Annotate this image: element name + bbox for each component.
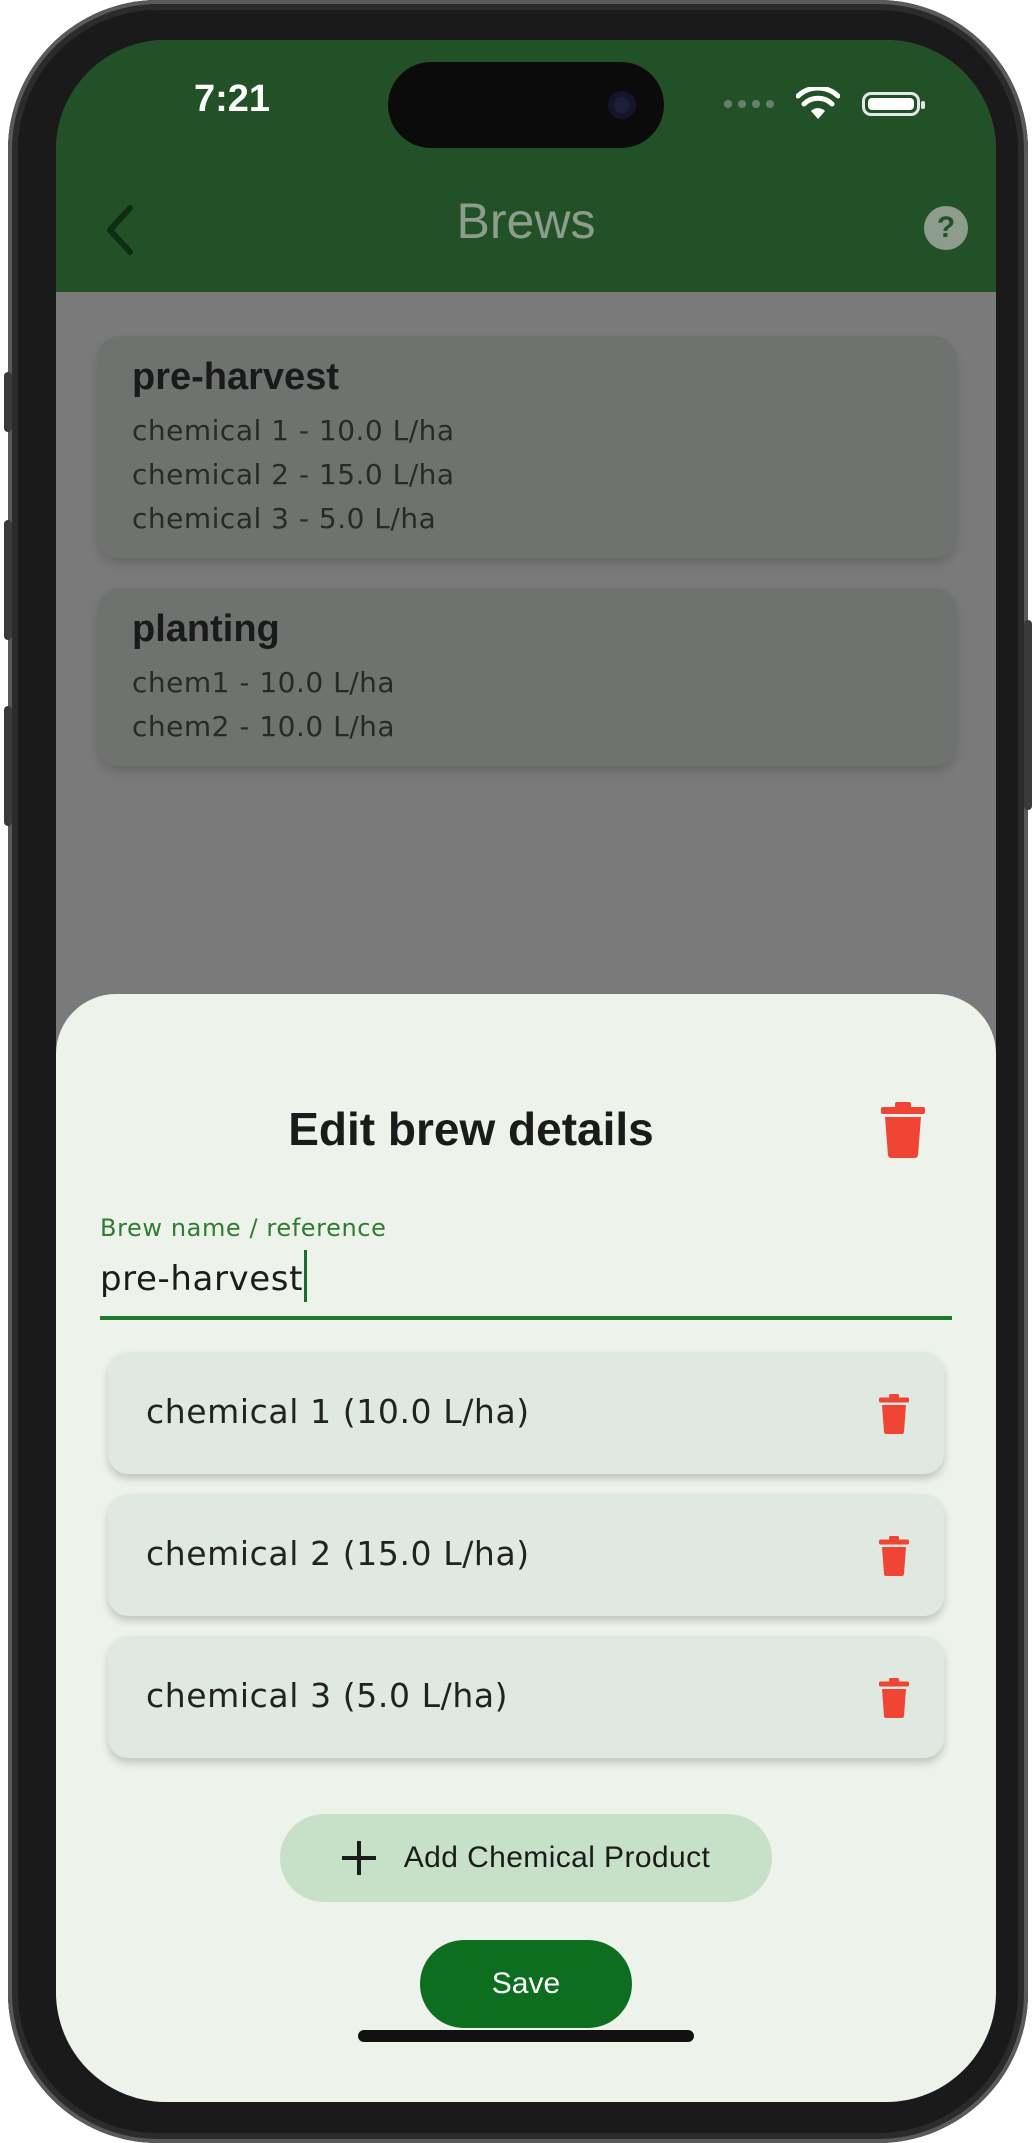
sheet-title: Edit brew details <box>288 1103 654 1155</box>
screen: 7:21 Brews ? pre-harvest chemical 1 - 10… <box>56 40 996 2102</box>
brew-card[interactable]: pre-harvest chemical 1 - 10.0 L/ha chemi… <box>98 336 956 558</box>
edit-brew-sheet: Edit brew details Brew name / reference … <box>56 994 996 2102</box>
input-underline <box>100 1316 952 1320</box>
brew-card[interactable]: planting chem1 - 10.0 L/ha chem2 - 10.0 … <box>98 588 956 766</box>
chemical-list-item[interactable]: chemical 1 (10.0 L/ha) <box>108 1352 944 1474</box>
camera-icon <box>608 91 636 119</box>
delete-chemical-trash-icon[interactable] <box>878 1394 910 1434</box>
delete-chemical-trash-icon[interactable] <box>878 1678 910 1718</box>
brew-card-line: chemical 3 - 5.0 L/ha <box>132 502 437 535</box>
brew-card-line: chem2 - 10.0 L/ha <box>132 710 396 743</box>
home-indicator <box>358 2030 694 2042</box>
power-button <box>1024 620 1032 810</box>
brew-card-name: pre-harvest <box>132 356 339 398</box>
brew-card-line: chemical 2 - 15.0 L/ha <box>132 458 455 491</box>
volume-up-button <box>4 520 12 640</box>
text-cursor <box>304 1250 308 1302</box>
brew-card-name: planting <box>132 608 280 650</box>
brew-name-input[interactable]: pre-harvest <box>100 1250 952 1304</box>
wifi-icon <box>796 87 840 119</box>
signal-icon <box>724 100 774 108</box>
save-button[interactable]: Save <box>420 1940 632 2028</box>
chemical-label: chemical 2 (15.0 L/ha) <box>146 1534 530 1573</box>
add-chemical-label: Add Chemical Product <box>403 1841 711 1874</box>
chemical-list-item[interactable]: chemical 3 (5.0 L/ha) <box>108 1636 944 1758</box>
volume-down-button <box>4 706 12 826</box>
status-icons <box>724 84 925 124</box>
action-button <box>4 372 12 432</box>
plus-icon <box>341 1841 376 1875</box>
chemical-label: chemical 3 (5.0 L/ha) <box>146 1676 509 1715</box>
brew-card-line: chem1 - 10.0 L/ha <box>132 666 396 699</box>
phone-frame: 7:21 Brews ? pre-harvest chemical 1 - 10… <box>4 0 1032 2143</box>
chemical-label: chemical 1 (10.0 L/ha) <box>146 1392 530 1431</box>
delete-brew-trash-icon[interactable] <box>879 1102 927 1158</box>
brew-name-label: Brew name / reference <box>100 1214 387 1242</box>
brew-name-value: pre-harvest <box>100 1259 304 1299</box>
help-icon[interactable]: ? <box>924 206 968 250</box>
delete-chemical-trash-icon[interactable] <box>878 1536 910 1576</box>
add-chemical-button[interactable]: Add Chemical Product <box>280 1814 772 1902</box>
battery-icon <box>862 92 925 116</box>
brew-card-line: chemical 1 - 10.0 L/ha <box>132 414 455 447</box>
status-time: 7:21 <box>194 78 271 120</box>
chemical-list-item[interactable]: chemical 2 (15.0 L/ha) <box>108 1494 944 1616</box>
app-header: 7:21 Brews ? <box>56 40 996 292</box>
dynamic-island <box>388 62 664 148</box>
page-title: Brews <box>456 193 596 249</box>
